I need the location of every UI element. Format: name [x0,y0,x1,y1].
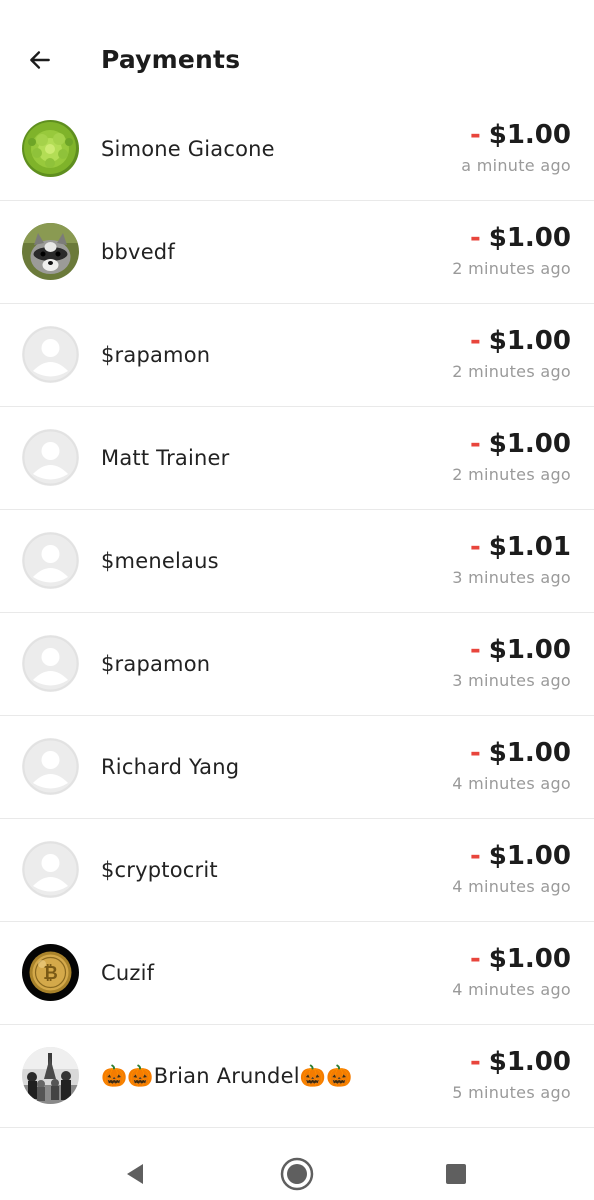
amount-value: $1.00 [488,635,571,665]
minus-sign: - [469,635,481,665]
minus-sign: - [469,944,481,974]
avatar [22,326,79,383]
amount-value: $1.00 [488,841,571,871]
payee-name: 🎃🎃Brian Arundel🎃🎃 [101,1064,353,1088]
page-title: Payments [101,45,241,74]
nav-recents-button[interactable] [436,1154,476,1194]
minus-sign: - [469,223,481,253]
payment-amount: - $1.00 [470,839,571,873]
default-user-icon [22,429,79,486]
payment-amount: - $1.00 [470,118,571,152]
back-button[interactable] [20,40,60,80]
payee-name: Simone Giacone [101,137,275,161]
amount-value: $1.01 [488,532,571,562]
arrow-left-icon [30,51,50,69]
payee-name: Matt Trainer [101,446,230,470]
payee-name: $cryptocrit [101,858,218,882]
amount-value: $1.00 [488,1047,571,1077]
payment-time: a minute ago [461,156,571,175]
payment-time: 3 minutes ago [452,671,571,690]
payment-amount: - $1.01 [470,530,571,564]
payee-name: $rapamon [101,652,211,676]
payment-time: 2 minutes ago [452,362,571,381]
minus-sign: - [469,841,481,871]
avatar [22,1047,79,1104]
payment-time: 2 minutes ago [452,259,571,278]
payment-row[interactable]: $menelaus - $1.01 3 minutes ago [0,510,594,613]
payment-time: 4 minutes ago [452,980,571,999]
payment-time: 4 minutes ago [452,774,571,793]
avatar [22,635,79,692]
amount-value: $1.00 [488,120,571,150]
payment-amount: - $1.00 [470,324,571,358]
amount-value: $1.00 [488,326,571,356]
payment-time: 5 minutes ago [452,1083,571,1102]
payment-amount: - $1.00 [470,633,571,667]
payment-row[interactable]: $rapamon - $1.00 3 minutes ago [0,613,594,716]
nav-home-button[interactable] [277,1154,317,1194]
amount-value: $1.00 [488,738,571,768]
minus-sign: - [469,429,481,459]
payment-row[interactable]: Matt Trainer - $1.00 2 minutes ago [0,407,594,510]
payment-row[interactable]: $cryptocrit - $1.00 4 minutes ago [0,819,594,922]
avatar: ₿ [22,944,79,1001]
payment-amount: - $1.00 [470,942,571,976]
raccoon-photo [22,223,79,280]
payment-amount: - $1.00 [470,736,571,770]
payment-row[interactable]: 🎃🎃Brian Arundel🎃🎃 - $1.00 5 minutes ago [0,1025,594,1128]
nav-recents-square-icon [446,1164,466,1184]
minus-sign: - [469,738,481,768]
minus-sign: - [469,532,481,562]
nav-back-button[interactable] [115,1154,155,1194]
payments-list: Simone Giacone - $1.00 a minute ago bbved… [0,98,594,1128]
romanesco-photo [22,120,79,177]
payment-row[interactable]: Simone Giacone - $1.00 a minute ago [0,98,594,201]
bw-people-photo [22,1047,79,1104]
bitcoin-coin-photo: ₿ [22,944,79,1001]
payee-name: Cuzif [101,961,155,985]
payment-amount: - $1.00 [470,427,571,461]
minus-sign: - [469,326,481,356]
avatar [22,120,79,177]
default-user-icon [22,532,79,589]
amount-value: $1.00 [488,429,571,459]
minus-sign: - [469,1047,481,1077]
payee-name: bbvedf [101,240,175,264]
payment-row[interactable]: $rapamon - $1.00 2 minutes ago [0,304,594,407]
payment-row[interactable]: ₿ Cuzif - $1.00 4 minutes ago [0,922,594,1025]
payment-time: 3 minutes ago [452,568,571,587]
avatar [22,532,79,589]
payee-name: Richard Yang [101,755,240,779]
system-nav-bar [0,1140,594,1200]
avatar [22,738,79,795]
payment-time: 2 minutes ago [452,465,571,484]
payment-row[interactable]: Richard Yang - $1.00 4 minutes ago [0,716,594,819]
amount-value: $1.00 [488,223,571,253]
payment-row[interactable]: bbvedf - $1.00 2 minutes ago [0,201,594,304]
payee-name: $rapamon [101,343,211,367]
default-user-icon [22,635,79,692]
avatar [22,429,79,486]
payment-amount: - $1.00 [470,1045,571,1079]
default-user-icon [22,738,79,795]
default-user-icon [22,841,79,898]
nav-back-triangle-icon [127,1164,143,1184]
amount-value: $1.00 [488,944,571,974]
payment-time: 4 minutes ago [452,877,571,896]
avatar [22,223,79,280]
payment-amount: - $1.00 [470,221,571,255]
default-user-icon [22,326,79,383]
app-bar: Payments [0,0,594,100]
minus-sign: - [469,120,481,150]
avatar [22,841,79,898]
payee-name: $menelaus [101,549,219,573]
nav-home-circle-icon [280,1157,314,1191]
